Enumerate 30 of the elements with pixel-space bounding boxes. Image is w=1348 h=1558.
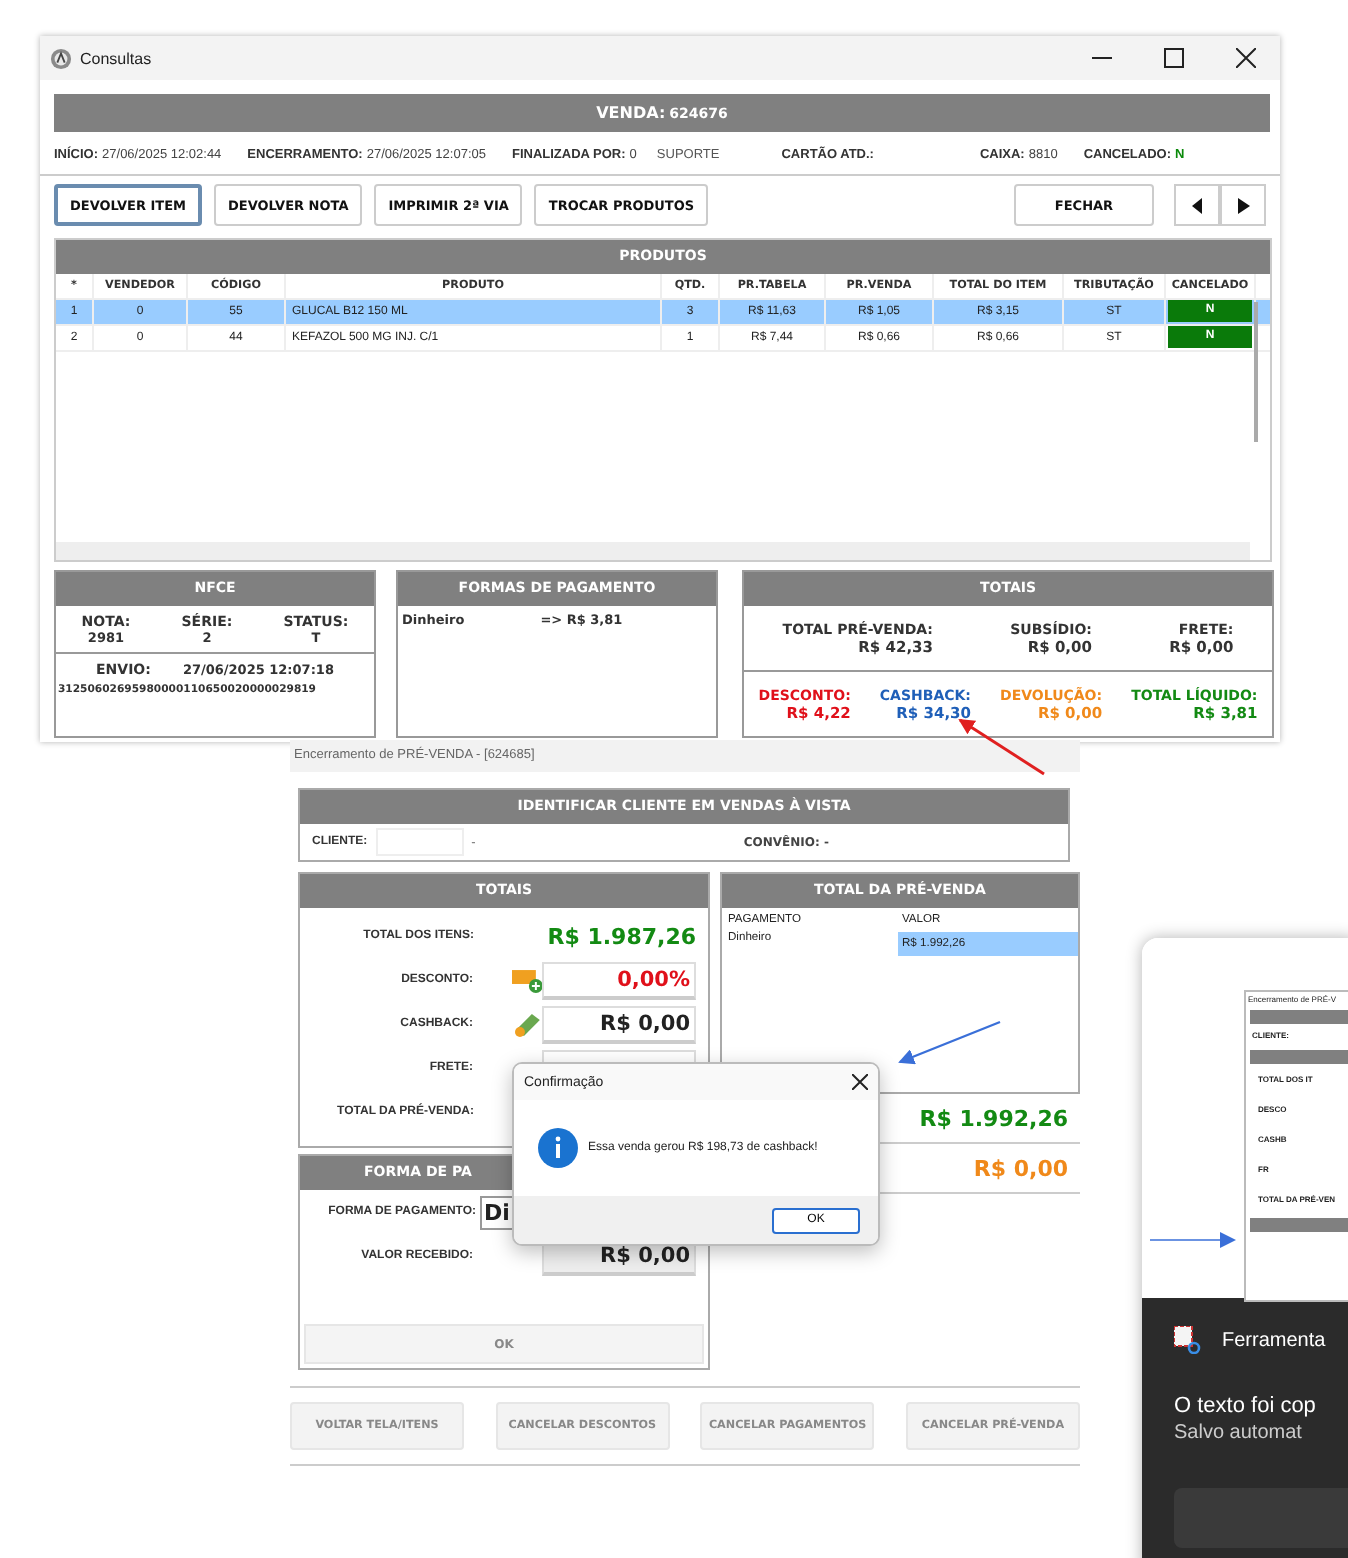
app-icon xyxy=(50,47,72,69)
annotation-arrow xyxy=(958,718,1045,776)
scrollbar[interactable] xyxy=(1254,302,1258,442)
money-icon[interactable] xyxy=(511,1010,543,1038)
total-value: R$ 1.987,26 xyxy=(547,923,696,949)
change-value: R$ 0,00 xyxy=(973,1155,1068,1181)
discount-field[interactable]: 0,00% xyxy=(542,961,696,999)
close-icon[interactable] xyxy=(1236,48,1256,68)
app-name: Ferramenta xyxy=(1222,1329,1326,1351)
window-title: Consultas xyxy=(80,49,152,67)
annotation-arrow xyxy=(1149,1232,1236,1248)
close-icon[interactable] xyxy=(852,1074,868,1090)
scrollbar[interactable] xyxy=(56,542,1250,560)
triangle-right-icon xyxy=(1237,197,1249,213)
cashback-field[interactable]: R$ 0,00 xyxy=(542,1005,696,1043)
next-button[interactable] xyxy=(1220,184,1266,226)
annotation-arrow xyxy=(898,1020,1001,1065)
header-bar xyxy=(1250,1050,1348,1064)
coupon-icon[interactable] xyxy=(511,966,543,994)
sale-label: VENDA: xyxy=(596,104,666,122)
notification-detail: Salvo automat xyxy=(1174,1422,1304,1444)
maximize-icon[interactable] xyxy=(1164,48,1184,68)
notification-message: O texto foi cop xyxy=(1174,1394,1318,1418)
header-bar xyxy=(1250,1218,1348,1232)
triangle-left-icon xyxy=(1191,197,1203,213)
header-bar xyxy=(1250,1010,1348,1024)
total-value: R$ 1.992,26 xyxy=(919,1105,1068,1131)
snipping-tool-icon xyxy=(1174,1326,1202,1354)
info-icon xyxy=(538,1128,578,1168)
previous-button[interactable] xyxy=(1174,184,1220,226)
